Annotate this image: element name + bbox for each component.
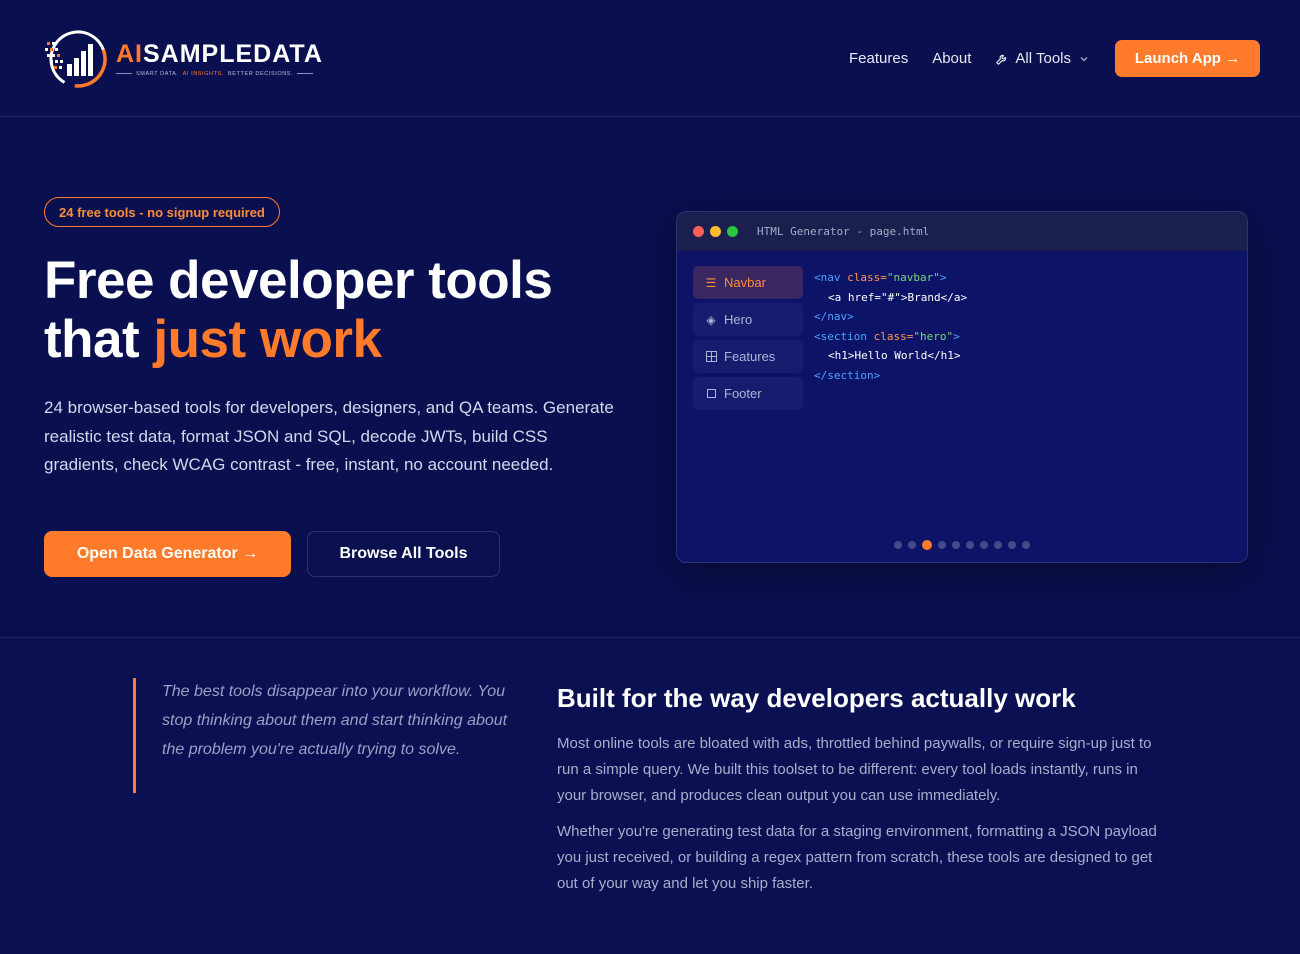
carousel-dot[interactable] [1008,541,1016,549]
minimize-dot-icon [710,226,721,237]
browse-all-tools-button[interactable]: Browse All Tools [307,531,500,577]
free-tools-badge: 24 free tools - no signup required [44,197,280,227]
diamond-icon: ◈ [706,312,716,327]
carousel-dot[interactable] [980,541,988,549]
hero-title: Free developer tools that just work [44,251,664,369]
hero-description: 24 browser-based tools for developers, d… [44,398,614,474]
hero-title-line-1: Free developer tools [44,251,553,310]
workflow-quote: The best tools disappear into your workf… [133,678,513,793]
window-title-bar: HTML Generator - page.html [677,212,1247,251]
nav-features-link[interactable]: Features [849,50,908,67]
nav-about-link[interactable]: About [932,50,971,67]
close-dot-icon [693,226,704,237]
sidebar-item-label: Features [724,349,776,364]
tagline-part-2: AI INSIGHTS. [182,70,224,77]
code-line: <section class="hero"> [814,329,960,343]
square-icon [704,389,718,398]
carousel-pager [677,540,1247,550]
hero-title-that: that [44,310,154,369]
html-generator-preview: HTML Generator - page.html ☰ Navbar ◈ He… [676,211,1248,563]
code-line: </nav> [814,310,854,323]
carousel-dot[interactable] [966,541,974,549]
sidebar-item-navbar[interactable]: ☰ Navbar [693,266,803,299]
brand-wordmark: AISAMPLEDATA SMART DATA. AI INSIGHTS. BE… [116,39,323,77]
tagline-part-3: BETTER DECISIONS. [228,70,294,77]
nav-all-tools-dropdown[interactable]: All Tools [995,50,1089,67]
brand-logo[interactable]: AISAMPLEDATA SMART DATA. AI INSIGHTS. BE… [42,26,323,92]
chevron-down-icon [1080,56,1088,62]
maximize-dot-icon [727,226,738,237]
sidebar-item-label: Hero [724,312,753,327]
menu-icon: ☰ [705,275,717,290]
code-output: <nav class="navbar"> <a href="#">Brand</… [814,268,967,385]
carousel-dot[interactable] [922,540,932,550]
about-paragraph-2: Whether you're generating test data for … [557,823,1157,892]
about-paragraph-1: Most online tools are bloated with ads, … [557,735,1152,804]
brand-tagline: SMART DATA. AI INSIGHTS. BETTER DECISION… [116,71,323,77]
carousel-dot[interactable] [894,541,902,549]
hero-title-accent: just work [153,310,382,369]
main-nav: Features About All Tools Launch App → [849,40,1260,77]
carousel-dot[interactable] [1022,541,1030,549]
carousel-dot[interactable] [994,541,1002,549]
site-header: AISAMPLEDATA SMART DATA. AI INSIGHTS. BE… [0,0,1300,117]
about-section-title: Built for the way developers actually wo… [557,683,1076,713]
grid-icon [704,351,718,362]
brand-name-rest: SAMPLEDATA [143,39,323,68]
code-line: <nav class="navbar"> [814,271,947,284]
sidebar-item-label: Navbar [724,275,766,290]
nav-all-tools-label: All Tools [1015,50,1071,67]
sidebar-item-features[interactable]: Features [693,340,803,373]
logo-chart-icon [45,30,107,88]
wrench-icon [996,54,1007,65]
brand-name-ai: AI [116,39,143,68]
launch-app-button[interactable]: Launch App → [1115,40,1260,77]
window-title: HTML Generator - page.html [757,225,930,238]
code-line: <h1>Hello World</h1> [828,349,961,362]
tagline-part-1: SMART DATA. [136,70,179,77]
carousel-dot[interactable] [952,541,960,549]
code-line: <a href="#">Brand</a> [828,290,968,304]
carousel-dot[interactable] [908,541,916,549]
component-sidebar: ☰ Navbar ◈ Hero Features Footer [693,266,803,414]
sidebar-item-footer[interactable]: Footer [693,377,803,410]
open-data-generator-button[interactable]: Open Data Generator → [44,531,291,577]
carousel-dot[interactable] [938,541,946,549]
code-line: </section> [814,368,881,382]
sidebar-item-hero[interactable]: ◈ Hero [693,303,803,336]
sidebar-item-label: Footer [724,386,762,401]
